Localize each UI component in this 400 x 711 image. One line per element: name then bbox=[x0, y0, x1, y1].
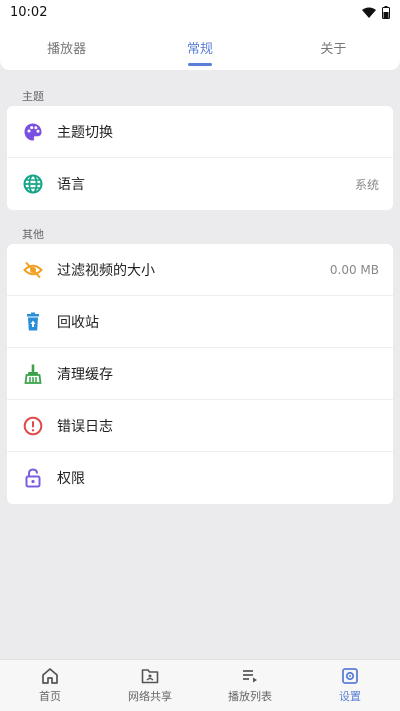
row-label: 回收站 bbox=[57, 314, 99, 331]
alert-circle-icon bbox=[22, 415, 44, 437]
section-title-other: 其他 bbox=[22, 228, 44, 241]
row-label: 清理缓存 bbox=[57, 366, 113, 383]
tab-general[interactable]: 常规 bbox=[133, 24, 266, 70]
row-label: 过滤视频的大小 bbox=[57, 262, 155, 279]
row-label: 主题切换 bbox=[57, 124, 113, 141]
row-theme-switch[interactable]: 主题切换 bbox=[7, 106, 393, 158]
row-language[interactable]: 语言 系统 bbox=[7, 158, 393, 210]
tab-active-indicator bbox=[187, 63, 212, 66]
nav-settings[interactable]: 设置 bbox=[300, 660, 400, 711]
other-card: 过滤视频的大小 0.00 MB 回收站 清理缓存 错误日志 权限 bbox=[7, 244, 393, 504]
settings-icon bbox=[342, 668, 358, 684]
nav-network-share[interactable]: 网络共享 bbox=[100, 660, 200, 711]
bottom-nav: 首页 网络共享 播放列表 设置 bbox=[0, 659, 400, 711]
tab-about-label: 关于 bbox=[320, 41, 347, 57]
home-icon bbox=[42, 668, 58, 684]
nav-settings-label: 设置 bbox=[339, 690, 361, 703]
row-label: 错误日志 bbox=[57, 418, 113, 435]
nav-playlist-label: 播放列表 bbox=[228, 690, 272, 703]
globe-icon bbox=[22, 173, 44, 195]
network-folder-icon bbox=[141, 669, 159, 684]
row-label: 语言 bbox=[57, 177, 85, 193]
filter-size-value: 0.00 MB bbox=[329, 262, 379, 277]
eye-off-icon bbox=[22, 259, 44, 281]
tab-player-label: 播放器 bbox=[47, 41, 87, 57]
section-title-theme: 主题 bbox=[22, 90, 44, 103]
playlist-icon bbox=[243, 670, 257, 683]
nav-network-share-label: 网络共享 bbox=[128, 690, 172, 703]
wifi-icon bbox=[362, 7, 376, 18]
row-clear-cache[interactable]: 清理缓存 bbox=[7, 348, 393, 400]
tab-about[interactable]: 关于 bbox=[267, 24, 400, 70]
status-bar: 10:02 bbox=[0, 0, 400, 24]
status-time: 10:02 bbox=[10, 4, 48, 20]
tab-player[interactable]: 播放器 bbox=[0, 24, 133, 70]
lock-open-icon bbox=[22, 467, 44, 489]
row-label: 权限 bbox=[57, 471, 85, 487]
top-tabs: 播放器 常规 关于 bbox=[0, 24, 400, 70]
broom-icon bbox=[22, 363, 44, 385]
nav-home-label: 首页 bbox=[39, 690, 61, 703]
row-recycle-bin[interactable]: 回收站 bbox=[7, 296, 393, 348]
row-permissions[interactable]: 权限 bbox=[7, 452, 393, 504]
language-value: 系统 bbox=[354, 177, 379, 192]
battery-icon bbox=[382, 5, 390, 19]
theme-card: 主题切换 语言 系统 bbox=[7, 106, 393, 210]
palette-icon bbox=[22, 121, 44, 143]
row-filter-video-size[interactable]: 过滤视频的大小 0.00 MB bbox=[7, 244, 393, 296]
row-error-log[interactable]: 错误日志 bbox=[7, 400, 393, 452]
recycle-bin-icon bbox=[22, 311, 44, 333]
nav-playlist[interactable]: 播放列表 bbox=[200, 660, 300, 711]
status-icons bbox=[362, 5, 390, 19]
nav-home[interactable]: 首页 bbox=[0, 660, 100, 711]
tab-general-label: 常规 bbox=[186, 41, 213, 57]
